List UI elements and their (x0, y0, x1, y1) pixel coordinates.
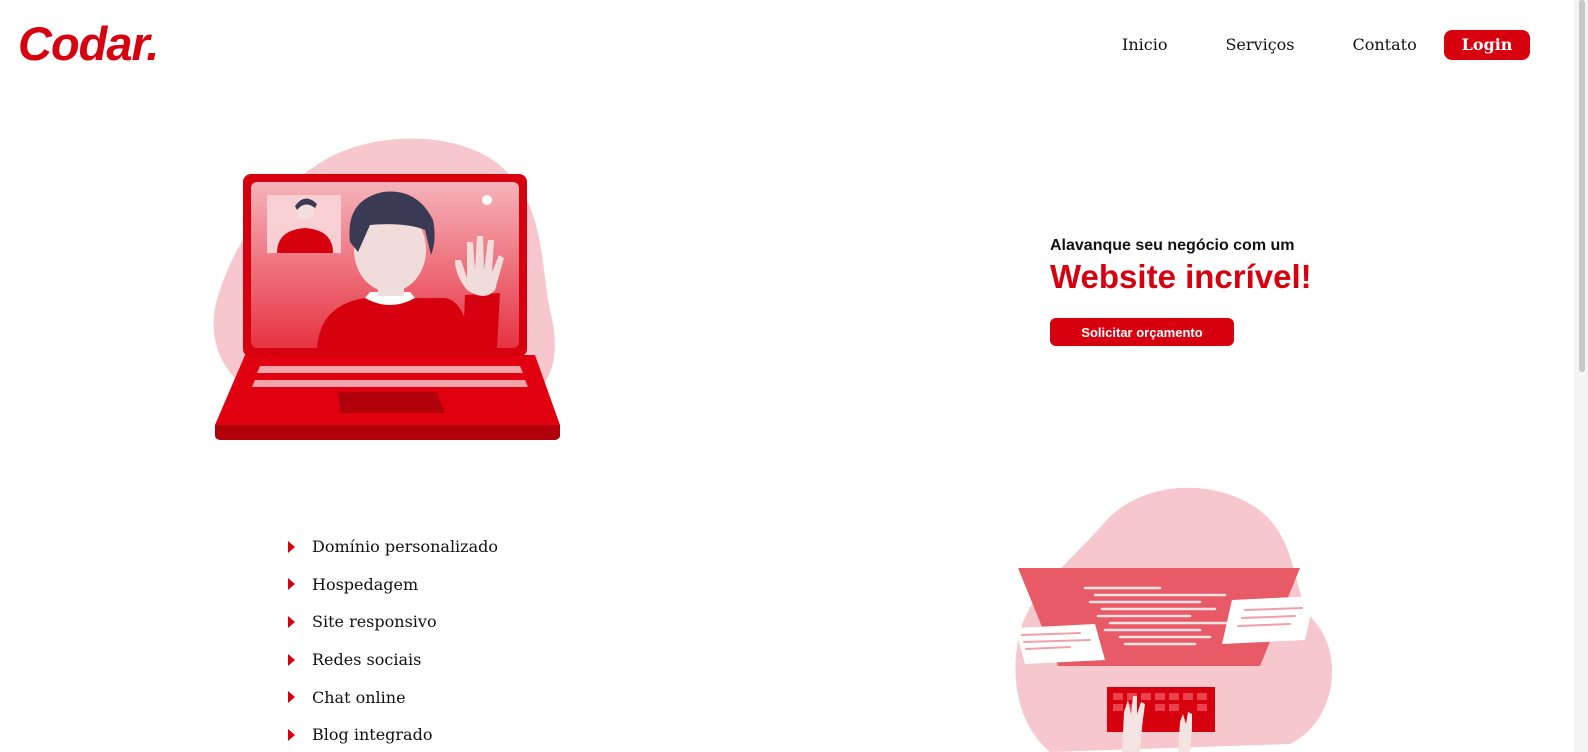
page-scrollbar[interactable] (1574, 0, 1588, 752)
nav-link-servicos[interactable]: Serviços (1225, 30, 1294, 60)
nav-link-contato[interactable]: Contato (1353, 30, 1417, 60)
feature-label: Redes sociais (312, 650, 422, 670)
feature-item: Blog integrado (286, 716, 498, 752)
caret-right-icon (288, 540, 295, 553)
caret-right-icon (288, 653, 295, 666)
feature-label: Blog integrado (312, 725, 433, 745)
waving-hand (463, 293, 500, 348)
scrollbar-thumb[interactable] (1579, 0, 1585, 372)
hero-title: Website incrível! (1050, 258, 1312, 295)
caret-right-icon (288, 691, 295, 704)
feature-label: Site responsivo (312, 612, 437, 632)
feature-list: Domínio personalizado Hospedagem Site re… (286, 528, 498, 752)
feature-label: Chat online (312, 687, 406, 707)
caret-right-icon (288, 615, 295, 628)
logo[interactable]: Codar. (18, 14, 159, 74)
feature-item: Site responsivo (286, 603, 498, 641)
video-call-laptop-icon (213, 138, 560, 440)
feature-item: Redes sociais (286, 641, 498, 679)
feature-label: Hospedagem (312, 574, 419, 594)
feature-item: Chat online (286, 678, 498, 716)
feature-item: Hospedagem (286, 566, 498, 604)
login-button[interactable]: Login (1444, 30, 1530, 60)
feature-item: Domínio personalizado (286, 528, 498, 566)
caret-right-icon (288, 728, 295, 741)
request-quote-button[interactable]: Solicitar orçamento (1050, 318, 1234, 346)
main-nav: Inicio Serviços Contato (1090, 30, 1475, 60)
header: Codar. Inicio Serviços Contato Login (0, 0, 1588, 90)
feature-label: Domínio personalizado (312, 537, 499, 557)
developer-coding-icon (1015, 487, 1333, 752)
hero-subtitle: Alavanque seu negócio com um (1050, 237, 1295, 254)
nav-link-inicio[interactable]: Inicio (1122, 30, 1167, 60)
caret-right-icon (288, 578, 295, 591)
hero-text: Alavanque seu negócio com um Website inc… (1050, 236, 1470, 297)
